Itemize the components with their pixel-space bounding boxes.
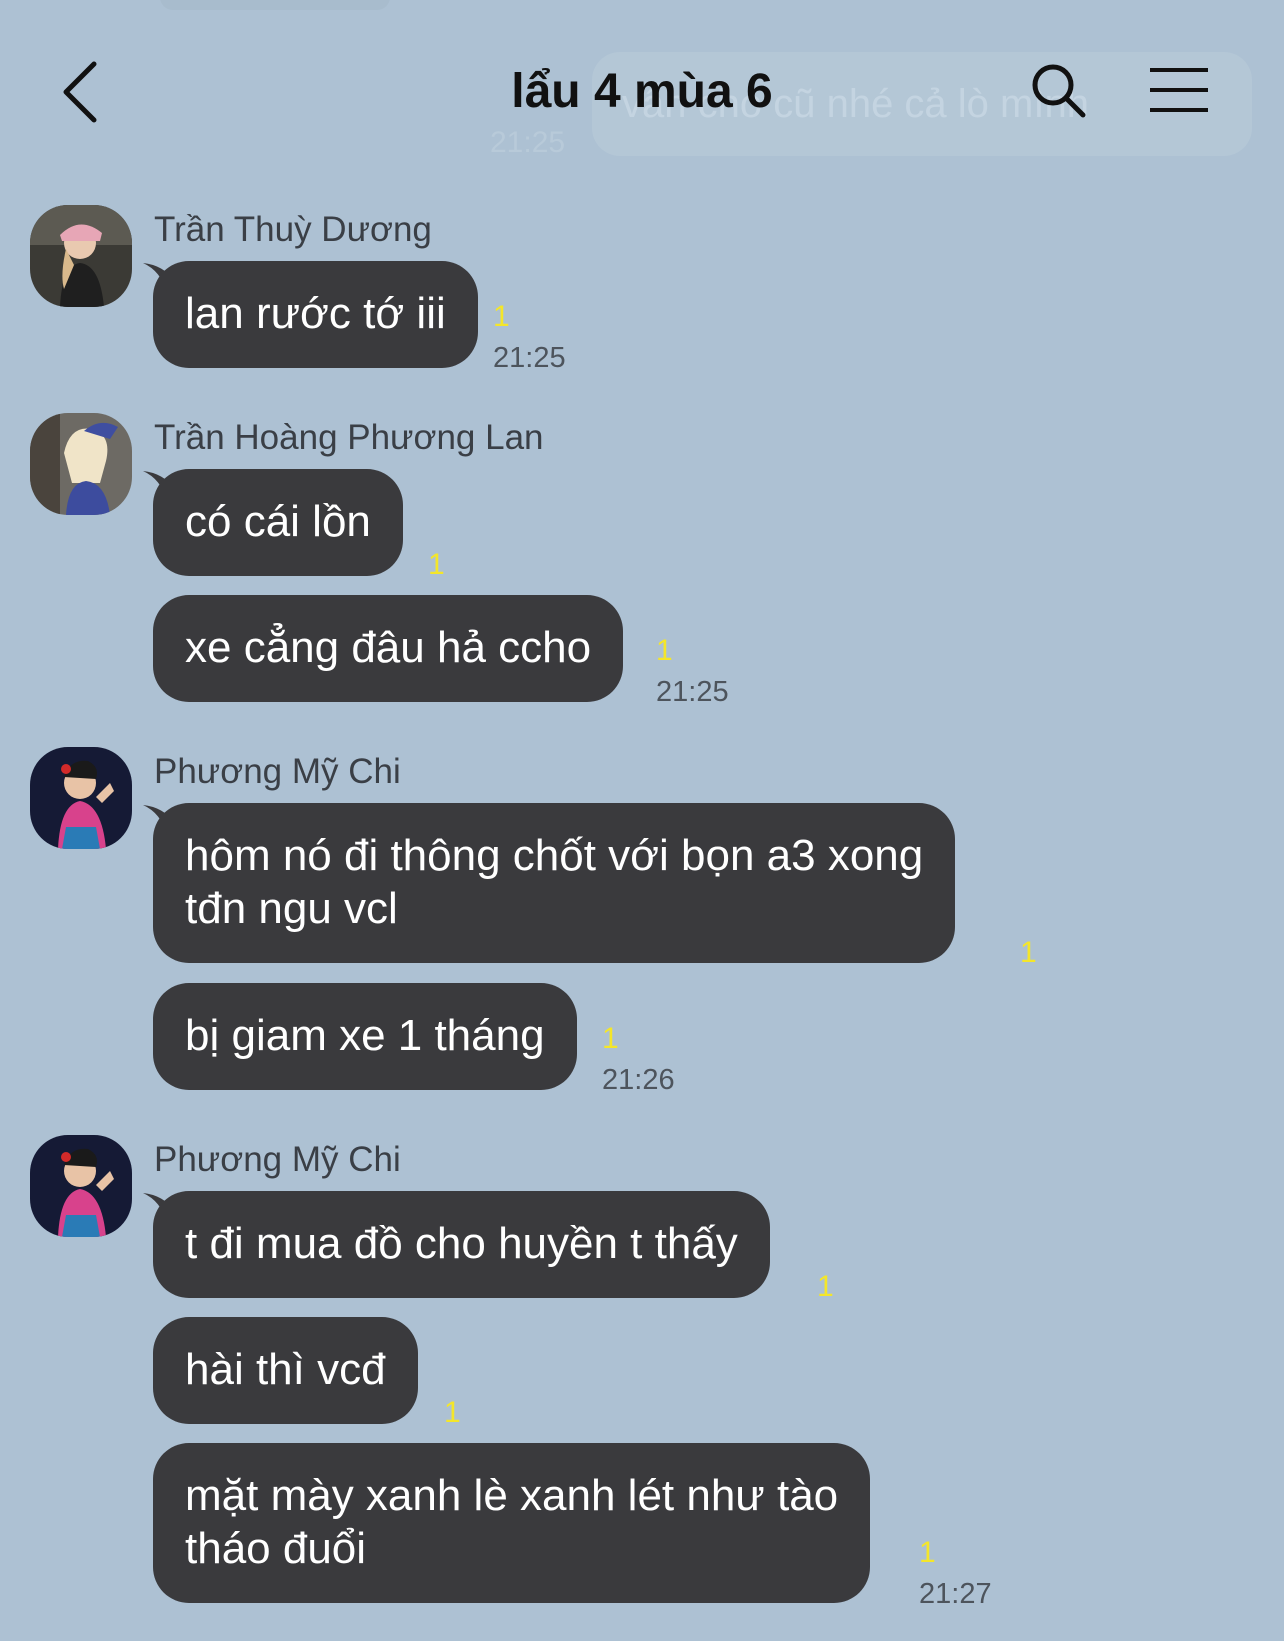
unread-count: 1 — [919, 1536, 936, 1569]
search-button[interactable] — [1030, 62, 1088, 120]
chat-title: lẩu 4 mùa 6 — [511, 65, 773, 118]
chat-header: lẩu 4 mùa 6 — [0, 0, 1284, 190]
unread-count: 1 — [656, 634, 673, 667]
unread-count: 1 — [493, 300, 510, 333]
sender-name: Trần Thuỳ Dương — [154, 210, 432, 249]
unread-count: 1 — [817, 1270, 834, 1303]
message-text: xe cẳng đâu hả ccho — [185, 623, 592, 672]
message-bubble[interactable]: t đi mua đồ cho huyền t thấy — [143, 1191, 770, 1298]
message-text-line: hôm nó đi thông chốt với bọn a3 xong — [185, 831, 924, 880]
message-text: bị giam xe 1 tháng — [185, 1011, 545, 1060]
message-bubble[interactable]: hài thì vcđ — [153, 1317, 418, 1424]
message-bubble[interactable]: xe cẳng đâu hả ccho — [153, 595, 624, 702]
avatar-phuong-my-chi[interactable] — [30, 747, 132, 849]
bubble-tail — [143, 471, 175, 501]
message-text: lan rước tớ iii — [185, 289, 446, 338]
message-time: 21:25 — [493, 342, 566, 374]
message-text-line: tđn ngu vcl — [185, 884, 398, 933]
bubble-tail — [143, 263, 175, 293]
bubble-tail — [143, 805, 175, 835]
unread-count: 1 — [444, 1396, 461, 1429]
sender-name: Trần Hoàng Phương Lan — [154, 418, 544, 457]
message-time: 21:27 — [919, 1578, 992, 1610]
message-text: hài thì vcđ — [185, 1345, 386, 1394]
avatar-tran-thuy-duong[interactable] — [30, 205, 132, 307]
message-text-line: tháo đuổi — [185, 1524, 367, 1573]
message-bubble[interactable]: mặt mày xanh lè xanh lét như tào tháo đu… — [153, 1443, 871, 1603]
avatar-phuong-my-chi[interactable] — [30, 1135, 132, 1237]
unread-count: 1 — [428, 548, 445, 581]
message-time: 21:26 — [602, 1064, 675, 1096]
message-time: 21:25 — [656, 676, 729, 708]
message-text: có cái lồn — [185, 497, 371, 546]
message-bubble[interactable]: bị giam xe 1 tháng — [153, 983, 577, 1090]
search-icon — [1032, 64, 1086, 118]
sender-name: Phương Mỹ Chi — [154, 752, 401, 791]
message-bubble[interactable]: lan rước tớ iii — [143, 261, 478, 368]
menu-button[interactable] — [1148, 66, 1210, 114]
message-text-line: mặt mày xanh lè xanh lét như tào — [185, 1471, 839, 1520]
avatar-tran-hoang-phuong-lan[interactable] — [30, 413, 132, 515]
message-text: t đi mua đồ cho huyền t thấy — [185, 1219, 738, 1268]
unread-count: 1 — [1020, 936, 1037, 969]
message-bubble[interactable]: hôm nó đi thông chốt với bọn a3 xong tđn… — [143, 803, 956, 963]
bubble-tail — [143, 1193, 175, 1223]
sender-name: Phương Mỹ Chi — [154, 1140, 401, 1179]
menu-icon — [1150, 68, 1208, 112]
unread-count: 1 — [602, 1022, 619, 1055]
message-bubble[interactable]: có cái lồn — [143, 469, 403, 576]
